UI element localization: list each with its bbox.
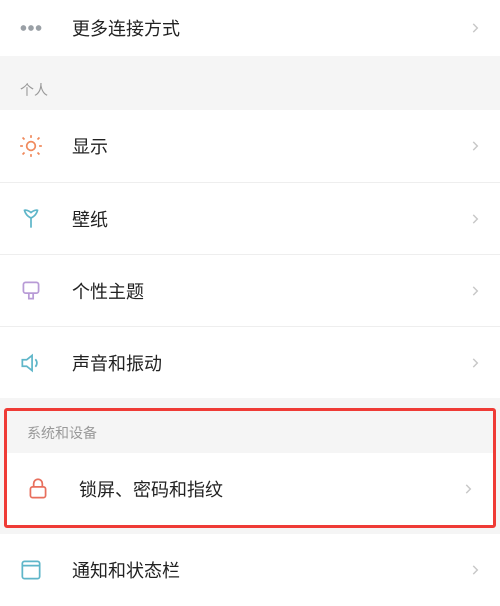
brush-icon [18,278,58,304]
row-lock[interactable]: 锁屏、密码和指纹 [7,453,493,525]
row-more-connections[interactable]: 更多连接方式 [0,0,500,56]
row-label: 锁屏、密码和指纹 [65,476,461,502]
highlight-lock-section: 系统和设备 锁屏、密码和指纹 [4,408,496,528]
row-label: 通知和状态栏 [58,557,468,583]
chevron-right-icon [468,280,482,302]
chevron-right-icon [468,352,482,374]
chevron-right-icon [461,478,475,500]
row-sound[interactable]: 声音和振动 [0,326,500,398]
chevron-right-icon [468,208,482,230]
sun-icon [18,133,58,159]
more-icon [18,15,58,41]
section-header-system: 系统和设备 [7,411,493,453]
tulip-icon [18,206,58,232]
row-label: 壁纸 [58,206,468,232]
row-theme[interactable]: 个性主题 [0,254,500,326]
chevron-right-icon [468,135,482,157]
row-label: 声音和振动 [58,350,468,376]
row-label: 更多连接方式 [58,15,468,41]
notification-icon [18,557,58,583]
lock-icon [25,476,65,502]
speaker-icon [18,350,58,376]
row-notification[interactable]: 通知和状态栏 [0,534,500,606]
row-label: 个性主题 [58,278,468,304]
section-header-personal: 个人 [0,66,500,110]
row-wallpaper[interactable]: 壁纸 [0,182,500,254]
chevron-right-icon [468,559,482,581]
chevron-right-icon [468,17,482,39]
row-label: 显示 [58,133,468,159]
row-display[interactable]: 显示 [0,110,500,182]
